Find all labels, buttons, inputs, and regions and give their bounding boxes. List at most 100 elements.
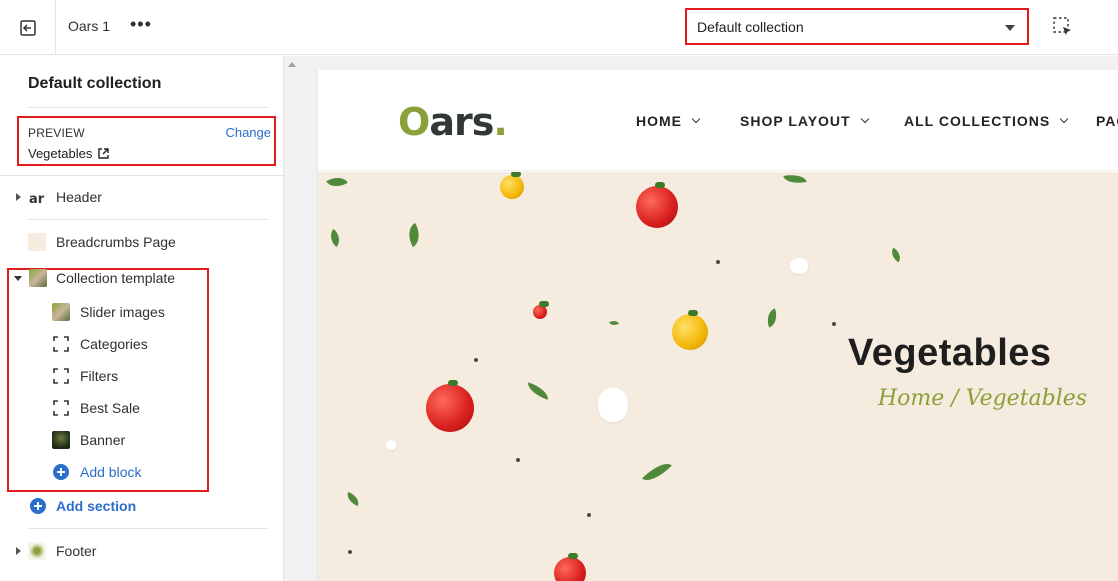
- leaf-image: [525, 382, 551, 400]
- leaf-image: [344, 491, 362, 507]
- placeholder-block-icon: [53, 400, 69, 416]
- exit-button[interactable]: [0, 0, 56, 55]
- block-best-sale-label: Best Sale: [80, 400, 140, 416]
- leaf-image: [609, 318, 619, 328]
- header-thumbnail: ar: [28, 188, 46, 207]
- nav-shop-layout[interactable]: SHOP LAYOUT: [740, 113, 869, 129]
- preview-change-link[interactable]: Change: [225, 125, 271, 140]
- section-header-label: Header: [56, 189, 102, 205]
- footer-thumbnail: [28, 542, 46, 560]
- chevron-down-icon: [1005, 25, 1015, 31]
- inspect-button[interactable]: [1052, 16, 1074, 38]
- placeholder-block-icon: [53, 336, 69, 352]
- store-logo[interactable]: Oars.: [398, 100, 508, 144]
- preview-value[interactable]: Vegetables: [28, 146, 110, 161]
- external-link-icon: [98, 148, 110, 159]
- leaf-image: [642, 457, 672, 487]
- divider: [0, 175, 283, 176]
- placeholder-block-icon: [53, 368, 69, 384]
- block-banner-label: Banner: [80, 432, 126, 448]
- store-header: Oars. HOME SHOP LAYOUT ALL COLLECTIONS P…: [318, 70, 1118, 171]
- chevron-down-icon: [691, 114, 701, 124]
- section-header[interactable]: ar Header: [0, 184, 270, 210]
- section-collection-template-label: Collection template: [56, 270, 176, 286]
- seed-dot: [832, 322, 836, 326]
- caret-right-icon: [16, 193, 21, 201]
- section-breadcrumbs-label: Breadcrumbs Page: [56, 234, 176, 250]
- leaf-image: [783, 172, 807, 186]
- more-actions-button[interactable]: •••: [130, 14, 152, 35]
- logo-dot: .: [493, 100, 507, 144]
- cheese-image: [386, 440, 396, 450]
- collection-title: Vegetables: [848, 332, 1052, 374]
- block-banner[interactable]: Banner: [0, 427, 200, 453]
- block-slider-images[interactable]: Slider images: [0, 299, 200, 325]
- section-breadcrumbs[interactable]: Breadcrumbs Page: [0, 229, 270, 255]
- caret-down-icon: [14, 276, 22, 281]
- cheese-image: [790, 258, 808, 274]
- leaf-image: [326, 172, 348, 192]
- theme-name: Oars 1: [68, 18, 111, 34]
- breadcrumbs-thumbnail: [28, 233, 46, 251]
- template-select[interactable]: Default collection: [685, 8, 1029, 45]
- sidebar-scrollbar[interactable]: [284, 56, 300, 581]
- cheese-image: [598, 388, 628, 422]
- divider: [28, 528, 268, 529]
- logo-o: O: [398, 100, 430, 144]
- add-block-button[interactable]: Add block: [0, 459, 200, 485]
- seed-dot: [716, 260, 720, 264]
- section-footer-label: Footer: [56, 543, 97, 559]
- tomato-image: [533, 301, 550, 319]
- template-select-value: Default collection: [697, 18, 804, 35]
- top-bar: Oars 1 ••• Default collection: [0, 0, 1118, 55]
- nav-pages[interactable]: PAG: [1096, 113, 1118, 129]
- nav-all-collections[interactable]: ALL COLLECTIONS: [904, 113, 1069, 129]
- sidebar: Default collection PREVIEW Change Vegeta…: [0, 56, 284, 581]
- divider: [28, 219, 268, 220]
- logo-text: ars: [429, 100, 494, 144]
- more-icon: •••: [130, 14, 152, 34]
- tomato-image: [554, 553, 586, 581]
- add-circle-icon: [30, 498, 46, 514]
- section-footer[interactable]: Footer: [0, 538, 270, 564]
- store-preview-frame[interactable]: Oars. HOME SHOP LAYOUT ALL COLLECTIONS P…: [317, 70, 1118, 581]
- scroll-up-icon: [288, 62, 296, 67]
- block-slider-images-label: Slider images: [80, 304, 165, 320]
- block-categories[interactable]: Categories: [0, 331, 200, 357]
- block-best-sale[interactable]: Best Sale: [0, 395, 200, 421]
- nav-shop-layout-label: SHOP LAYOUT: [740, 113, 851, 129]
- add-section-label: Add section: [56, 498, 137, 514]
- leaf-image: [888, 247, 904, 263]
- slider-images-thumbnail: [52, 303, 70, 321]
- block-categories-label: Categories: [80, 336, 148, 352]
- nav-home[interactable]: HOME: [636, 113, 701, 129]
- collection-template-thumbnail: [29, 269, 47, 287]
- hero-breadcrumb[interactable]: Home / Vegetables: [878, 386, 1087, 411]
- nav-home-label: HOME: [636, 113, 682, 129]
- section-collection-template[interactable]: Collection template: [0, 265, 200, 291]
- seed-dot: [348, 550, 352, 554]
- nav-pages-label: PAG: [1096, 113, 1118, 129]
- add-section-button[interactable]: Add section: [0, 493, 200, 519]
- leaf-image: [763, 308, 781, 328]
- block-filters[interactable]: Filters: [0, 363, 200, 389]
- svg-text:ar: ar: [29, 192, 45, 206]
- inspect-icon: [1053, 17, 1071, 35]
- nav-all-collections-label: ALL COLLECTIONS: [904, 113, 1051, 129]
- breadcrumb-hero: Vegetables Home / Vegetables: [318, 172, 1118, 581]
- divider: [28, 107, 268, 108]
- block-filters-label: Filters: [80, 368, 119, 384]
- chevron-down-icon: [1059, 114, 1069, 124]
- tomato-image: [426, 380, 474, 432]
- preview-label: PREVIEW: [28, 126, 85, 140]
- exit-icon: [19, 19, 36, 36]
- yellow-tomato-image: [672, 310, 708, 350]
- chevron-down-icon: [860, 114, 869, 124]
- caret-right-icon: [16, 547, 21, 555]
- yellow-tomato-image: [500, 172, 524, 199]
- preview-selector: PREVIEW Change Vegetables: [17, 116, 276, 166]
- seed-dot: [587, 513, 591, 517]
- preview-value-label: Vegetables: [28, 146, 93, 161]
- tomato-image: [636, 182, 678, 228]
- leaf-image: [402, 222, 426, 248]
